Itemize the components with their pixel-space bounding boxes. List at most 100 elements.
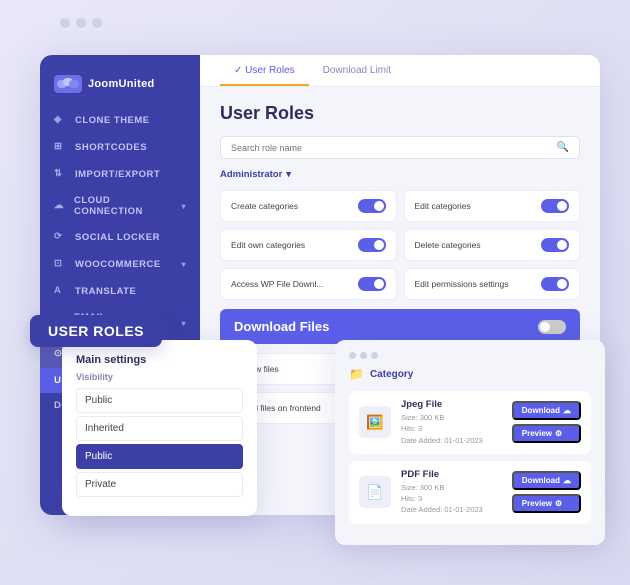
- permission-label: Delete categories: [415, 240, 481, 250]
- sidebar-item-social[interactable]: ⟳ SOCIAL LOCKER: [40, 224, 200, 251]
- sidebar-item-translate[interactable]: A TRANSLATE: [40, 278, 200, 305]
- category-header: 📁 Category: [349, 367, 591, 381]
- permission-label: Access WP File Downl...: [231, 279, 323, 289]
- file-info-pdf: PDF File Size: 300 KB Hits: 3 Date Added…: [401, 469, 502, 516]
- visibility-label: Visibility: [76, 372, 243, 382]
- browser-dots: [60, 18, 102, 28]
- cloud-icon: ☁: [54, 200, 66, 213]
- sidebar-item-translate-label: TRANSLATE: [75, 286, 136, 297]
- page-title: User Roles: [220, 103, 580, 124]
- tab-download-limit[interactable]: Download Limit: [309, 55, 405, 86]
- sidebar-item-woo-label: WOOCOMMERCE: [75, 259, 161, 270]
- main-settings-title: Main settings: [76, 354, 243, 366]
- permission-edit-categories: Edit categories: [404, 190, 581, 222]
- permission-label: Create categories: [231, 201, 298, 211]
- tab-bar: ✓ User Roles Download Limit: [200, 55, 600, 87]
- toggle-edit-permissions[interactable]: [541, 277, 569, 291]
- folder-icon: 📁: [349, 367, 364, 381]
- logo-icon: [54, 75, 82, 93]
- toggle-edit-categories[interactable]: [541, 199, 569, 213]
- file-thumb-pdf: 📄: [359, 476, 391, 508]
- sidebar-item-shortcodes-label: SHORTCODES: [75, 142, 147, 153]
- file-item-pdf: 📄 PDF File Size: 300 KB Hits: 3 Date Add…: [349, 461, 591, 524]
- sidebar-item-cloud-label: CLOUD CONNECTION: [74, 195, 174, 217]
- file-info-jpeg: Jpeg File Size: 300 KB Hits: 3 Date Adde…: [401, 399, 502, 446]
- dot-green: [92, 18, 102, 28]
- permission-edit-own-categories: Edit own categories: [220, 229, 397, 261]
- toggle-create-categories[interactable]: [358, 199, 386, 213]
- dot-red: [60, 18, 70, 28]
- dot-yellow: [76, 18, 86, 28]
- visibility-option-public-2[interactable]: Public: [76, 444, 243, 469]
- download-button-jpeg[interactable]: Download ☁: [512, 401, 581, 420]
- jpeg-icon: 🖼️: [366, 414, 383, 431]
- tab-user-roles-label: ✓ User Roles: [234, 65, 295, 76]
- panel-dot-2: [360, 352, 367, 359]
- preview-button-pdf[interactable]: Preview ⚙: [512, 494, 581, 513]
- download-button-pdf[interactable]: Download ☁: [512, 471, 581, 490]
- chevron-down-icon: ▾: [181, 202, 186, 211]
- toggle-access-wp[interactable]: [358, 277, 386, 291]
- permission-label: Edit own categories: [231, 240, 305, 250]
- download-label: Download: [522, 406, 560, 415]
- files-panel: 📁 Category 🖼️ Jpeg File Size: 300 KB Hit…: [335, 340, 605, 545]
- role-selector-label: Administrator: [220, 169, 282, 180]
- file-meta-pdf: Size: 300 KB Hits: 3 Date Added: 01-01-2…: [401, 482, 502, 516]
- woo-icon: ⊡: [54, 258, 67, 271]
- chevron-role-icon: ▾: [286, 169, 291, 180]
- search-input[interactable]: [231, 143, 557, 153]
- download-label-pdf: Download: [522, 476, 560, 485]
- translate-icon: A: [54, 285, 67, 298]
- tab-user-roles[interactable]: ✓ User Roles: [220, 55, 309, 86]
- logo-text: JoomUnited: [88, 78, 155, 90]
- chevron-down-icon-email: ▾: [181, 319, 186, 328]
- import-icon: ⇅: [54, 168, 67, 181]
- pdf-icon: 📄: [366, 484, 383, 501]
- shortcodes-icon: ⊞: [54, 141, 67, 154]
- visibility-list: Public Inherited Public Private: [76, 388, 243, 500]
- social-icon: ⟳: [54, 231, 67, 244]
- preview-button-jpeg[interactable]: Preview ⚙: [512, 424, 581, 443]
- visibility-option-public-1[interactable]: Public: [76, 388, 243, 413]
- role-selector[interactable]: Administrator ▾: [220, 169, 580, 180]
- sidebar-item-cloud[interactable]: ☁ CLOUD CONNECTION ▾: [40, 188, 200, 224]
- sidebar-item-clone-label: CLONE THEME: [75, 115, 150, 126]
- permission-edit-permissions: Edit permissions settings: [404, 268, 581, 300]
- user-roles-label: USER ROLES: [30, 315, 162, 347]
- file-thumb-jpeg: 🖼️: [359, 406, 391, 438]
- toggle-edit-own-categories[interactable]: [358, 238, 386, 252]
- preview-label: Preview: [522, 429, 552, 438]
- main-settings-panel: Main settings Visibility Public Inherite…: [62, 340, 257, 516]
- toggle-delete-categories[interactable]: [541, 238, 569, 252]
- file-meta-jpeg: Size: 300 KB Hits: 3 Date Added: 01-01-2…: [401, 412, 502, 446]
- download-icon-pdf: ☁: [563, 476, 571, 485]
- visibility-option-private[interactable]: Private: [76, 472, 243, 497]
- permission-create-categories: Create categories: [220, 190, 397, 222]
- sidebar-item-social-label: SOCIAL LOCKER: [75, 232, 160, 243]
- permission-label: Edit permissions settings: [415, 279, 509, 289]
- panel-dot-1: [349, 352, 356, 359]
- file-name-pdf: PDF File: [401, 469, 502, 480]
- file-actions-pdf: Download ☁ Preview ⚙: [512, 471, 581, 513]
- sidebar-item-shortcodes[interactable]: ⊞ SHORTCODES: [40, 134, 200, 161]
- sidebar-item-woo[interactable]: ⊡ WOOCOMMERCE ▾: [40, 251, 200, 278]
- clone-icon: ◈: [54, 114, 67, 127]
- download-files-row: Download Files: [220, 309, 580, 344]
- search-icon: 🔍: [557, 142, 569, 153]
- tab-download-limit-label: Download Limit: [323, 65, 391, 76]
- permission-delete-categories: Delete categories: [404, 229, 581, 261]
- preview-label-pdf: Preview: [522, 499, 552, 508]
- download-files-label: Download Files: [234, 319, 329, 334]
- download-icon: ☁: [563, 406, 571, 415]
- settings-icon-pdf: ⚙: [555, 499, 562, 508]
- file-item-jpeg: 🖼️ Jpeg File Size: 300 KB Hits: 3 Date A…: [349, 391, 591, 454]
- sidebar-item-import[interactable]: ⇅ IMPORT/EXPORT: [40, 161, 200, 188]
- file-name-jpeg: Jpeg File: [401, 399, 502, 410]
- toggle-download-files[interactable]: [538, 320, 566, 334]
- panel-dot-3: [371, 352, 378, 359]
- sidebar-item-clone[interactable]: ◈ CLONE THEME: [40, 107, 200, 134]
- file-actions-jpeg: Download ☁ Preview ⚙: [512, 401, 581, 443]
- chevron-down-icon-woo: ▾: [181, 260, 186, 269]
- permission-label: Edit categories: [415, 201, 471, 211]
- visibility-option-inherited[interactable]: Inherited: [76, 416, 243, 441]
